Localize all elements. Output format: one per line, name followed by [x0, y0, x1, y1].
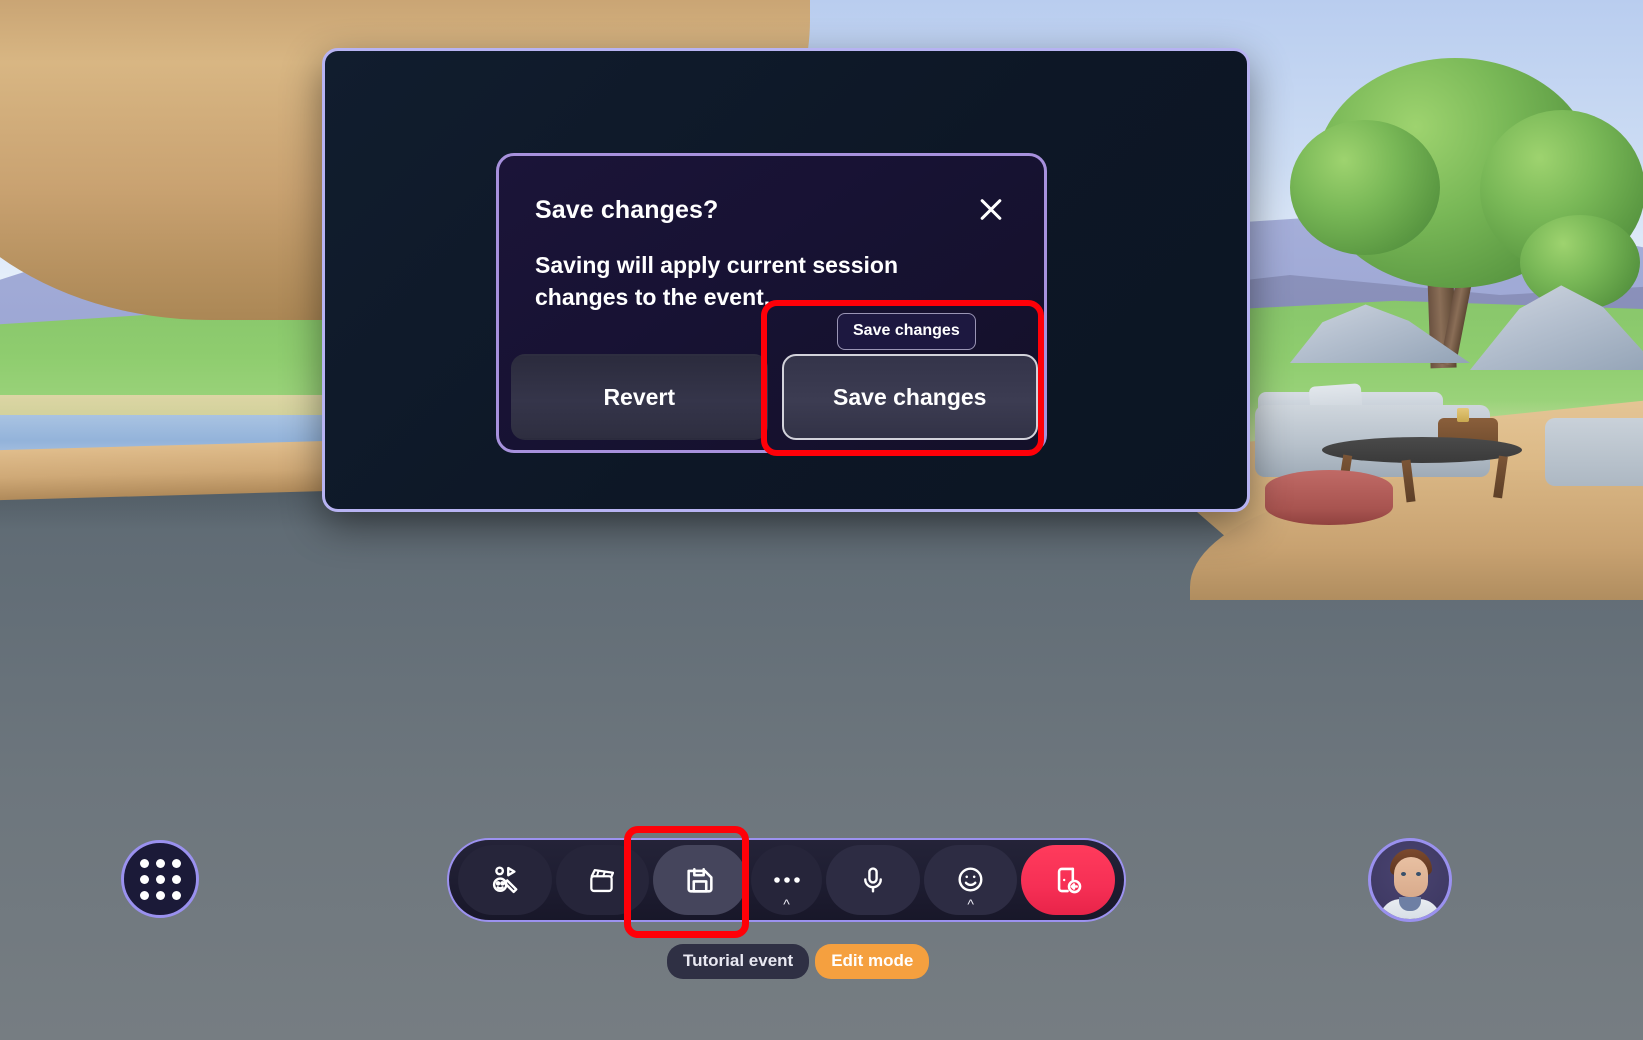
save-changes-tooltip: Save changes — [837, 313, 976, 350]
event-name-badge: Tutorial event — [667, 944, 810, 979]
toolbar-button-save[interactable] — [653, 845, 747, 915]
toolbar-button-reactions[interactable] — [458, 845, 552, 915]
toolbar-button-emoji[interactable]: ^ — [923, 845, 1018, 915]
reactions-icon — [488, 863, 522, 897]
tree-canopy — [1290, 120, 1440, 255]
microphone-icon — [857, 864, 889, 896]
dialog-message: Saving will apply current session change… — [535, 252, 899, 310]
avatar[interactable] — [1368, 838, 1452, 922]
chevron-up-icon[interactable]: ^ — [783, 897, 790, 911]
toolbar-button-leave[interactable] — [1021, 845, 1116, 915]
leave-door-icon — [1051, 863, 1085, 897]
status-pills: Tutorial event Edit mode — [667, 944, 930, 979]
dialog-title: Save changes? — [535, 196, 719, 224]
more-ellipsis-icon — [772, 875, 802, 885]
close-icon[interactable] — [974, 192, 1008, 226]
coffee-table — [1322, 437, 1522, 463]
clapperboard-icon — [586, 864, 618, 896]
ottoman — [1265, 470, 1393, 525]
pencil-cup — [1457, 408, 1469, 422]
dialog-actions: Revert Save changes — [511, 354, 1038, 440]
toolbar-button-scene[interactable] — [555, 845, 650, 915]
couch-secondary — [1545, 418, 1643, 486]
emoji-smiley-icon — [955, 864, 987, 896]
chevron-up-icon[interactable]: ^ — [967, 897, 974, 911]
revert-button[interactable]: Revert — [511, 354, 768, 440]
save-changes-button[interactable]: Save changes — [781, 354, 1038, 440]
app-grid-icon — [139, 858, 181, 900]
edit-mode-badge: Edit mode — [815, 944, 930, 979]
save-changes-dialog: Save changes? Saving will apply current … — [496, 153, 1047, 453]
toolbar-button-more[interactable]: ^ — [750, 845, 823, 915]
dialog-header: Save changes? — [499, 156, 1044, 226]
toolbar-button-microphone[interactable] — [826, 845, 920, 915]
apps-grid-button[interactable] — [121, 840, 199, 918]
meeting-toolbar: ^ ^ — [447, 838, 1126, 922]
save-floppy-icon — [683, 863, 717, 897]
